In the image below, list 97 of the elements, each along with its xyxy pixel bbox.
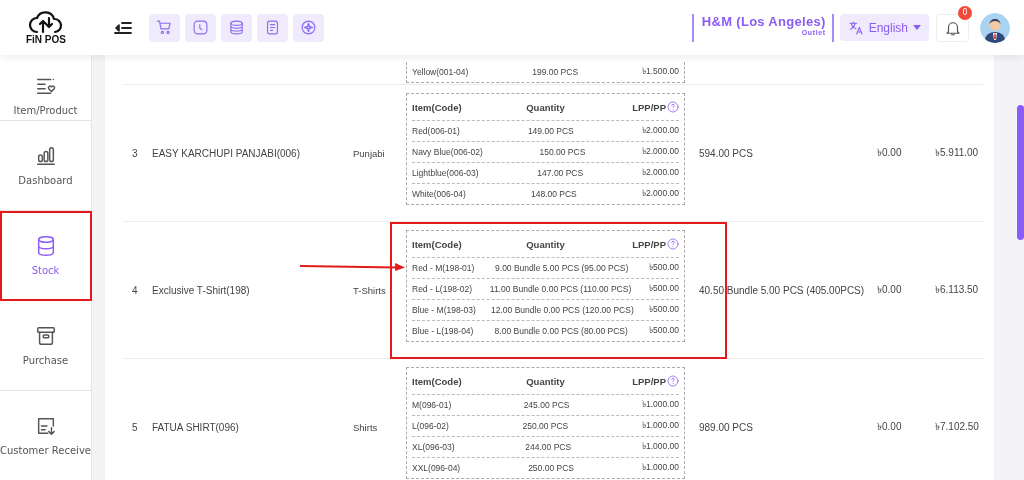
help-circle-icon xyxy=(667,101,679,113)
column-header: Item(Code) xyxy=(412,101,463,113)
table-cell: XXL(096-04) xyxy=(412,463,461,473)
table-cell: L(096-02) xyxy=(412,421,449,431)
table-cell-text: Punjabi xyxy=(353,147,386,159)
column-header: LPP/PP xyxy=(590,101,679,113)
table-cell-text: 149.00 PCS xyxy=(526,126,575,136)
table-cell-text: 4 xyxy=(131,284,139,296)
table-cell-text: 250.00 PCS xyxy=(521,421,570,431)
document-icon xyxy=(264,19,281,36)
table-cell-text: ৳500.00 xyxy=(649,261,679,274)
table-cell-text: ৳2.000.00 xyxy=(641,124,679,137)
coin-stack-icon xyxy=(228,19,245,36)
table-cell-text: ৳0.00 xyxy=(877,419,903,434)
column-header: Quantity xyxy=(525,101,566,113)
table-cell-text: 40.50 Bundle 5.00 PCS (405.00PCS) xyxy=(698,284,866,296)
cart-icon xyxy=(156,19,173,36)
table-cell-text: 147.00 PCS xyxy=(536,168,585,178)
table-cell: Red - L(198-02) xyxy=(412,284,472,294)
table-cell-text: ৳1.000.00 xyxy=(641,440,679,453)
table-cell-text: 244.00 PCS xyxy=(524,442,573,452)
user-avatar[interactable] xyxy=(980,12,1010,43)
table-cell-text: ৳2.000.00 xyxy=(641,145,679,158)
language-selector[interactable]: English xyxy=(839,14,929,41)
table-cell: Blue - M(198-03) xyxy=(412,305,476,315)
table-cell: Lightblue(006-03) xyxy=(412,168,479,178)
table-cell-text: 9.00 Bundle 5.00 PCS (95.00 PCS) xyxy=(494,263,630,273)
table-cell: Navy Blue(006-02) xyxy=(412,147,483,157)
table-cell-text: EASY KARCHUPI PANJABI(006) xyxy=(152,147,301,159)
table-cell: Red(006-01) xyxy=(412,126,460,136)
table-cell-text: 245.00 PCS xyxy=(522,400,571,410)
bar-chart-icon xyxy=(34,145,57,167)
table-cell-text: 199.00 PCS xyxy=(531,67,580,77)
column-header: Item(Code) xyxy=(412,238,463,250)
table-cell-text: 12.00 Bundle 0.00 PCS (120.00 PCS) xyxy=(490,305,635,315)
sidebar-item[interactable]: Purchase xyxy=(0,301,91,391)
table-cell-text: 150.00 PCS xyxy=(538,147,587,157)
table-cell-text: 8.00 Bundle 0.00 PCS (80.00 PCS) xyxy=(493,326,629,336)
cloud-upload-download-icon xyxy=(28,10,64,34)
clock-button[interactable] xyxy=(185,13,216,42)
column-header: Item(Code) xyxy=(412,375,463,387)
collapse-menu-icon xyxy=(114,20,132,35)
table-cell-text: ৳5.911.00 xyxy=(935,145,980,160)
sidebar-item[interactable]: Customer Receive xyxy=(0,391,91,480)
table-cell-text: Shirts xyxy=(353,421,379,433)
table-cell: XL(096-03) xyxy=(412,442,455,452)
document-button[interactable] xyxy=(257,13,288,42)
cart-button[interactable] xyxy=(149,13,180,42)
table-cell-text: Exclusive T-Shirt(198) xyxy=(152,284,251,296)
table-cell-text: ৳6.113.50 xyxy=(935,282,980,297)
table-cell-text: ৳2.000.00 xyxy=(641,187,679,200)
table-cell-text: 148.00 PCS xyxy=(529,189,578,199)
compass-button[interactable] xyxy=(293,13,324,42)
sidebar-item[interactable]: Item/Product xyxy=(0,55,91,121)
table-cell-text: ৳7.102.50 xyxy=(935,419,980,434)
clock-icon xyxy=(192,19,209,36)
table-cell-text: 5 xyxy=(131,421,139,433)
table-cell-text: T-Shirts xyxy=(353,284,387,296)
table-cell-text: ৳500.00 xyxy=(649,282,679,295)
store-name: H&M (Los Angeles) xyxy=(701,13,826,29)
table-cell: Red - M(198-01) xyxy=(412,263,475,273)
column-header: LPP/PP xyxy=(590,375,679,387)
sidebar-item[interactable]: Dashboard xyxy=(0,121,91,211)
table-cell-text: 250.00 PCS xyxy=(527,463,575,473)
translate-icon xyxy=(847,19,864,36)
table-cell-text: 594.00 PCS xyxy=(698,147,754,159)
table-cell-text: ৳1.500.00 xyxy=(641,65,679,78)
column-header: Quantity xyxy=(525,375,566,387)
logo-text: FiN POS xyxy=(26,34,66,45)
table-cell-text: ৳1.000.00 xyxy=(641,461,679,474)
table-cell-text: ৳1.000.00 xyxy=(641,398,679,411)
table-cell: Blue - L(198-04) xyxy=(412,326,474,336)
table-cell-text: ৳1.000.00 xyxy=(641,419,679,432)
coin-stack-button[interactable] xyxy=(221,13,252,42)
compass-icon xyxy=(300,19,317,36)
table-cell-text: ৳500.00 xyxy=(649,303,679,316)
table-cell-text: ৳2.000.00 xyxy=(641,166,679,179)
sidebar-item[interactable]: Stock xyxy=(0,211,91,301)
table-cell-text: 989.00 PCS xyxy=(698,421,754,433)
archive-box-icon xyxy=(34,325,57,347)
notification-count-badge: 0 xyxy=(958,5,972,20)
scrollbar-thumb[interactable] xyxy=(1017,105,1024,240)
table-cell-text: 3 xyxy=(131,147,139,159)
column-header: LPP/PP xyxy=(590,238,679,250)
caret-down-icon xyxy=(913,25,921,30)
table-cell: M(096-01) xyxy=(412,400,452,410)
notifications-button[interactable] xyxy=(936,13,969,42)
help-circle-icon xyxy=(667,375,679,387)
column-header: Quantity xyxy=(525,238,566,250)
table-cell-text: ৳0.00 xyxy=(877,282,903,297)
table-cell: Yellow(001-04) xyxy=(412,67,469,77)
table-cell-text: FATUA SHIRT(096) xyxy=(152,421,240,433)
table-cell-text: ৳500.00 xyxy=(649,324,679,337)
table-cell-text: ৳0.00 xyxy=(877,145,903,160)
table-cell: White(006-04) xyxy=(412,189,466,199)
table-cell-text: 11.00 Bundle 0.00 PCS (110.00 PCS) xyxy=(488,284,633,294)
help-circle-icon xyxy=(667,238,679,250)
